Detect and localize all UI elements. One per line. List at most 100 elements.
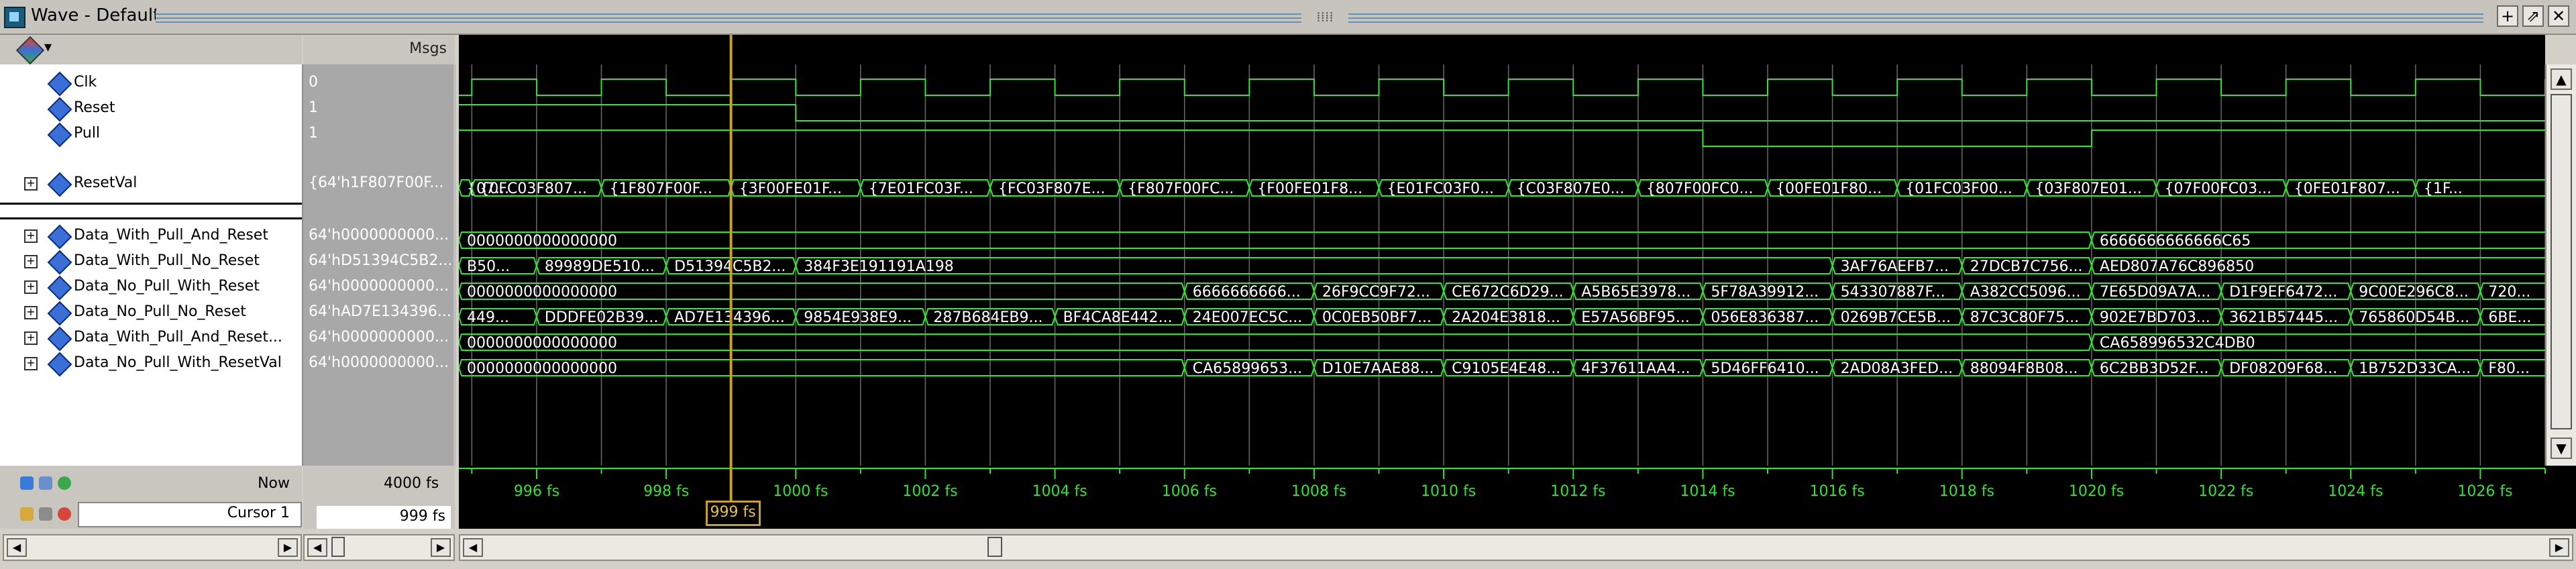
signal-row-pull[interactable]: Pull [0,121,302,148]
wave-hscroll[interactable]: ◀ ▶ [459,534,2573,561]
expand-plus-icon[interactable]: + [24,229,38,243]
expand-plus-icon[interactable]: + [24,306,38,319]
scroll-thumb[interactable] [331,537,345,557]
signal-row-data-no-pull-no-reset[interactable]: + Data_No_Pull_No_Reset [0,299,302,326]
data-no-pull-with-reset-bus-label: 5F78A39912... [1711,284,1819,301]
lock-icon[interactable] [20,507,34,521]
resetval-bus-label: {F00FE01F8... [1257,180,1362,197]
data-no-pull-no-reset-bus-label: 24E007EC5C... [1193,309,1303,326]
data-no-pull-with-reset-bus-label: D1F9EF6472... [2229,284,2337,301]
data-no-pull-with-reset-bus-label: 26F9CC9F72... [1322,284,1430,301]
resetval-bus-label: {00FE01F80... [1776,180,1882,197]
resetval-bus-label: {807F00FC0... [1646,180,1754,197]
signal-name: Clk [74,74,97,91]
scroll-left-button[interactable]: ◀ [307,538,327,557]
scroll-down-button[interactable]: ▼ [2551,437,2572,459]
data-no-pull-with-reset-bus-label: 0000000000000000 [467,284,617,301]
signal-row-data-with-pull-and-reset[interactable]: + Data_With_Pull_And_Reset [0,223,302,250]
data-no-pull-with-resetval-bus-label: C9105E4E48... [1452,360,1560,377]
signal-name: Data_No_Pull_With_ResetVal [74,354,282,371]
timeline-tick-label: 1002 fs [902,483,958,500]
data-no-pull-no-reset-bus-label: 765860D54B... [2359,309,2469,326]
expand-plus-icon[interactable]: + [24,357,38,370]
timeline-tick-label: 1000 fs [773,483,828,500]
signal-value: 64'hD51394C5B2... [309,252,453,269]
expand-plus-icon[interactable]: + [24,331,38,345]
signal-value: 64'h0000000000... [309,329,449,346]
zoom-icon[interactable] [20,476,34,490]
data-no-pull-no-reset-bus-label: 056E836387... [1711,309,1819,326]
waveform-area[interactable]: {07... {0FC03F807... {1F807F00F... {3F00FE0… [458,35,2553,466]
chevron-down-icon[interactable]: ▾ [44,39,52,56]
values-hscroll[interactable]: ◀ ▶ [303,534,455,561]
scroll-right-button[interactable]: ▶ [278,538,298,557]
add-icon[interactable] [58,476,71,490]
resetval-bus-label: {FC03F807E... [998,180,1106,197]
scroll-right-button[interactable]: ▶ [431,538,451,557]
add-cursor-icon[interactable] [39,476,52,490]
timeline-tick-label: 1014 fs [1680,483,1735,500]
signal-group-icon[interactable] [15,36,45,65]
data-with-pull-no-reset-bus-label: 384F3E191191A198 [804,258,954,275]
signal-name: Data_With_Pull_No_Reset [74,252,260,269]
divider [0,217,302,219]
scroll-thumb[interactable] [2551,94,2572,429]
scroll-left-button[interactable]: ◀ [463,538,483,557]
data-no-pull-with-resetval-bus-label: 4F37611AA4... [1581,360,1690,377]
edit-icon[interactable] [39,507,52,521]
resetval-bus-label: {7E01FC03F... [869,180,973,197]
signal-value: 64'hAD7E134396... [309,303,451,320]
signal-name: Pull [74,125,101,142]
vertical-scrollbar[interactable]: ▲ ▼ [2545,64,2576,466]
data-with-pull-no-reset-bus-label: B50... [467,258,510,275]
data-no-pull-no-reset-bus-label: 87C3C80F75... [1970,309,2079,326]
signal-diamond-icon [47,224,72,250]
remove-icon[interactable] [58,507,71,521]
data-with-pull-and-reset-bus-segment [458,231,2092,249]
expand-plus-icon[interactable]: + [24,177,38,191]
signal-diamond-icon [47,326,72,352]
expand-plus-icon[interactable]: + [24,255,38,268]
timeline-tick-label: 1012 fs [1550,483,1606,500]
wave-window: Wave - Default ⁞⁞⁞⁞ + ⇗ ✕ ▾ Msgs Clk Res… [0,0,2576,569]
signal-row-resetval[interactable]: + ResetVal [0,170,302,197]
data-no-pull-no-reset-bus-label: 9854E938E9... [804,309,912,326]
signal-row-data-no-pull-with-reset[interactable]: + Data_No_Pull_With_Reset [0,274,302,301]
timeline-tick-label: 1022 fs [2198,483,2254,500]
timeline-tick-label: 1018 fs [1939,483,1994,500]
waveform-canvas[interactable]: {07...{0FC03F807... {1F807F00F... {3F00FE0… [458,35,2553,466]
wave-header [459,35,2545,64]
cursor-time-tag[interactable]: 999 fs [705,501,761,526]
scroll-thumb[interactable] [987,537,1002,557]
signal-diamond-icon [47,71,72,97]
zoom-in-button[interactable]: + [2497,5,2518,27]
signal-row-data-with-pull-no-reset[interactable]: + Data_With_Pull_No_Reset [0,248,302,275]
resetval-bus-label: {3F00FE01F... [739,180,842,197]
grip-handle-icon[interactable]: ⁞⁞⁞⁞ [1301,9,1348,25]
scroll-up-button[interactable]: ▲ [2551,68,2572,90]
data-no-pull-no-reset-bus-label: BF4CA8E442... [1063,309,1173,326]
timeline-ruler[interactable]: 996 fs 998 fs 1000 fs 1002 fs 1004 fs 1006 fs… [459,466,2576,529]
status-values: 4000 fs 999 fs [303,466,455,529]
data-no-pull-with-reset-bus-label: 9C00E296C8... [2359,284,2469,301]
signal-row-data-no-pull-with-resetval[interactable]: + Data_No_Pull_With_ResetVal [0,350,302,377]
scroll-right-button[interactable]: ▶ [2549,538,2569,557]
cursor-value-field[interactable]: 999 fs [317,506,451,529]
close-button[interactable]: ✕ [2548,5,2569,27]
title-bar[interactable]: Wave - Default ⁞⁞⁞⁞ + ⇗ ✕ [0,0,2576,35]
names-hscroll[interactable]: ◀ ▶ [3,534,302,561]
reset-wave [459,104,2545,121]
signal-row-clk[interactable]: Clk [0,70,302,97]
data-no-pull-no-reset-bus-label: AD7E134396... [674,309,785,326]
scroll-left-button[interactable]: ◀ [7,538,27,557]
data-no-pull-no-reset-bus-label: 287B684EB9... [933,309,1042,326]
data-no-pull-with-reset-bus-label: A382CC5096... [1970,284,2081,301]
resetval-bus-label: {07F00FC03... [2164,180,2271,197]
data-no-pull-with-reset-bus-label: 720... [2488,284,2530,301]
data-with-pull-no-reset-bus-label: AED807A76C896850 [2100,258,2254,275]
undock-button[interactable]: ⇗ [2522,5,2544,27]
signal-row-reset[interactable]: Reset [0,95,302,122]
expand-plus-icon[interactable]: + [24,280,38,294]
signal-names-pane: Clk Reset Pull + ResetVal + Data_With_Pu… [0,64,304,466]
signal-row-data-with-pull-and-reset-2[interactable]: + Data_With_Pull_And_Reset... [0,325,302,352]
